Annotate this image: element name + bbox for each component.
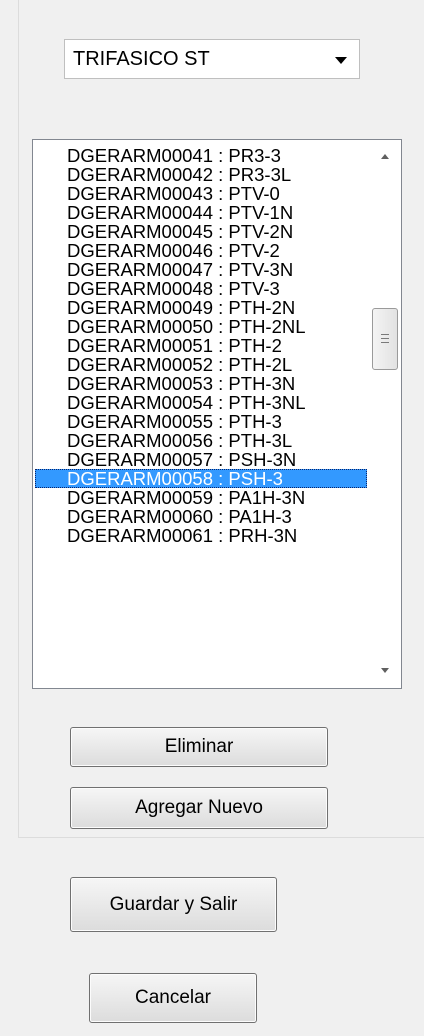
grip-line-icon [381, 334, 389, 335]
items-listbox[interactable]: DGERARM00041 : PR3-3 DGERARM00042 : PR3-3… [32, 139, 402, 689]
scroll-thumb[interactable] [372, 308, 398, 370]
scroll-down-arrow-icon [381, 668, 389, 673]
guardar-y-salir-button-label: Guardar y Salir [109, 894, 238, 915]
scroll-up-button[interactable] [369, 146, 401, 168]
list-item[interactable]: DGERARM00045 : PTV-2N [35, 222, 367, 241]
list-item[interactable]: DGERARM00055 : PTH-3 [35, 412, 367, 431]
eliminar-button[interactable]: Eliminar [70, 727, 328, 767]
list-item[interactable]: DGERARM00061 : PRH-3N [35, 526, 367, 545]
list-item[interactable]: DGERARM00060 : PA1H-3 [35, 507, 367, 526]
list-item[interactable]: DGERARM00054 : PTH-3NL [35, 393, 367, 412]
scroll-up-arrow-icon [381, 154, 389, 159]
list-item[interactable]: DGERARM00041 : PR3-3 [35, 146, 367, 165]
list-item[interactable]: DGERARM00057 : PSH-3N [35, 450, 367, 469]
list-item[interactable]: DGERARM00049 : PTH-2N [35, 298, 367, 317]
agregar-nuevo-button-label: Agregar Nuevo [135, 797, 263, 818]
grip-line-icon [381, 338, 389, 339]
list-item[interactable]: DGERARM00059 : PA1H-3N [35, 488, 367, 507]
list-item[interactable]: DGERARM00053 : PTH-3N [35, 374, 367, 393]
eliminar-button-label: Eliminar [164, 736, 234, 757]
list-item[interactable]: DGERARM00056 : PTH-3L [35, 431, 367, 450]
scroll-down-button[interactable] [369, 660, 401, 682]
list-item[interactable]: DGERARM00042 : PR3-3L [35, 165, 367, 184]
items-list: DGERARM00041 : PR3-3 DGERARM00042 : PR3-3… [33, 146, 369, 545]
list-item[interactable]: DGERARM00050 : PTH-2NL [35, 317, 367, 336]
list-item[interactable]: DGERARM00051 : PTH-2 [35, 336, 367, 355]
list-item[interactable]: DGERARM00046 : PTV-2 [35, 241, 367, 260]
cancelar-button-label: Cancelar [134, 987, 212, 1008]
list-item[interactable]: DGERARM00058 : PSH-3 [35, 469, 367, 488]
list-item[interactable]: DGERARM00044 : PTV-1N [35, 203, 367, 222]
list-item[interactable]: DGERARM00047 : PTV-3N [35, 260, 367, 279]
type-dropdown-value: TRIFASICO ST [73, 48, 210, 70]
list-item[interactable]: DGERARM00048 : PTV-3 [35, 279, 367, 298]
type-dropdown[interactable]: TRIFASICO ST [64, 39, 360, 79]
cancelar-button[interactable]: Cancelar [89, 973, 257, 1023]
agregar-nuevo-button[interactable]: Agregar Nuevo [70, 787, 328, 829]
guardar-y-salir-button[interactable]: Guardar y Salir [70, 877, 277, 932]
chevron-down-icon[interactable] [335, 57, 347, 64]
grip-line-icon [381, 342, 389, 343]
list-item[interactable]: DGERARM00052 : PTH-2L [35, 355, 367, 374]
vertical-scrollbar[interactable] [369, 140, 401, 688]
list-item[interactable]: DGERARM00043 : PTV-0 [35, 184, 367, 203]
